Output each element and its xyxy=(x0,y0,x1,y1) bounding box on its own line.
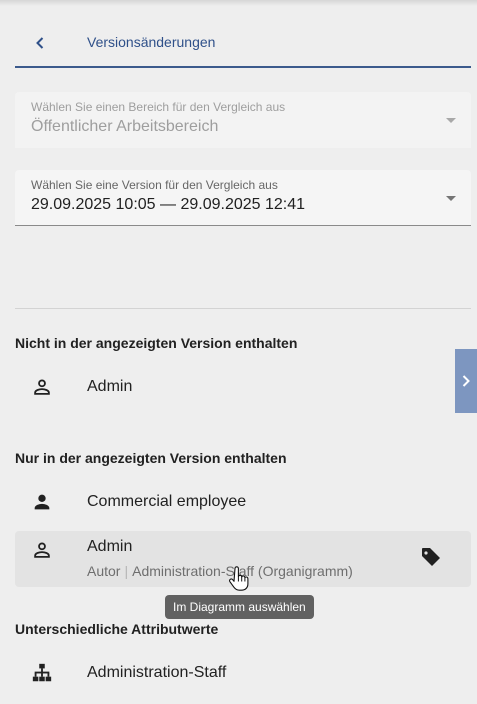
dropdown-arrow-icon[interactable] xyxy=(446,196,456,201)
item-name: Admin xyxy=(87,538,133,555)
workspace-select-label: Wählen Sie einen Bereich für den Verglei… xyxy=(31,100,286,114)
person-filled-icon xyxy=(34,494,50,510)
item-name: Commercial employee xyxy=(87,493,247,510)
workspace-select: Wählen Sie einen Bereich für den Verglei… xyxy=(15,92,471,148)
back-button[interactable] xyxy=(29,32,51,54)
list-item[interactable]: Administration-Staff xyxy=(15,650,471,696)
version-select-value: 29.09.2025 10:05 — 29.09.2025 12:41 xyxy=(31,196,306,213)
divider xyxy=(15,308,471,309)
person-outline-icon xyxy=(34,379,50,395)
panel-header: Versionsänderungen xyxy=(15,22,471,68)
expand-panel-tab[interactable] xyxy=(455,349,477,413)
chevron-left-icon xyxy=(36,37,44,49)
list-item[interactable]: Commercial employee xyxy=(15,479,471,525)
workspace-select-value: Öffentlicher Arbeitsbereich xyxy=(31,118,219,135)
dropdown-arrow-icon xyxy=(446,118,456,123)
person-outline-icon xyxy=(34,542,50,558)
page-title: Versionsänderungen xyxy=(87,34,216,50)
org-chart-icon xyxy=(32,663,52,682)
section-title-only-in-version: Nur in der angezeigten Version enthalten xyxy=(15,450,287,466)
version-select-label: Wählen Sie eine Version für den Vergleic… xyxy=(31,178,278,192)
tooltip-text: Im Diagramm auswählen xyxy=(173,600,306,614)
section-title-different-attributes: Unterschiedliche Attributwerte xyxy=(15,621,219,637)
tag-icon[interactable] xyxy=(419,545,443,569)
list-item[interactable]: Admin xyxy=(15,364,471,410)
item-role: Autor xyxy=(87,563,121,579)
version-select[interactable]: Wählen Sie eine Version für den Vergleic… xyxy=(15,170,471,226)
chevron-right-icon xyxy=(462,375,470,387)
item-subtitle: Autor | Administration-Staff (Organigramm) xyxy=(87,563,353,579)
item-name: Admin xyxy=(87,378,133,395)
hand-cursor-icon xyxy=(229,566,249,591)
section-title-not-in-version: Nicht in der angezeigten Version enthalt… xyxy=(15,335,298,351)
tooltip: Im Diagramm auswählen xyxy=(165,595,314,619)
item-name: Administration-Staff xyxy=(87,664,227,681)
top-shadow xyxy=(0,0,477,6)
